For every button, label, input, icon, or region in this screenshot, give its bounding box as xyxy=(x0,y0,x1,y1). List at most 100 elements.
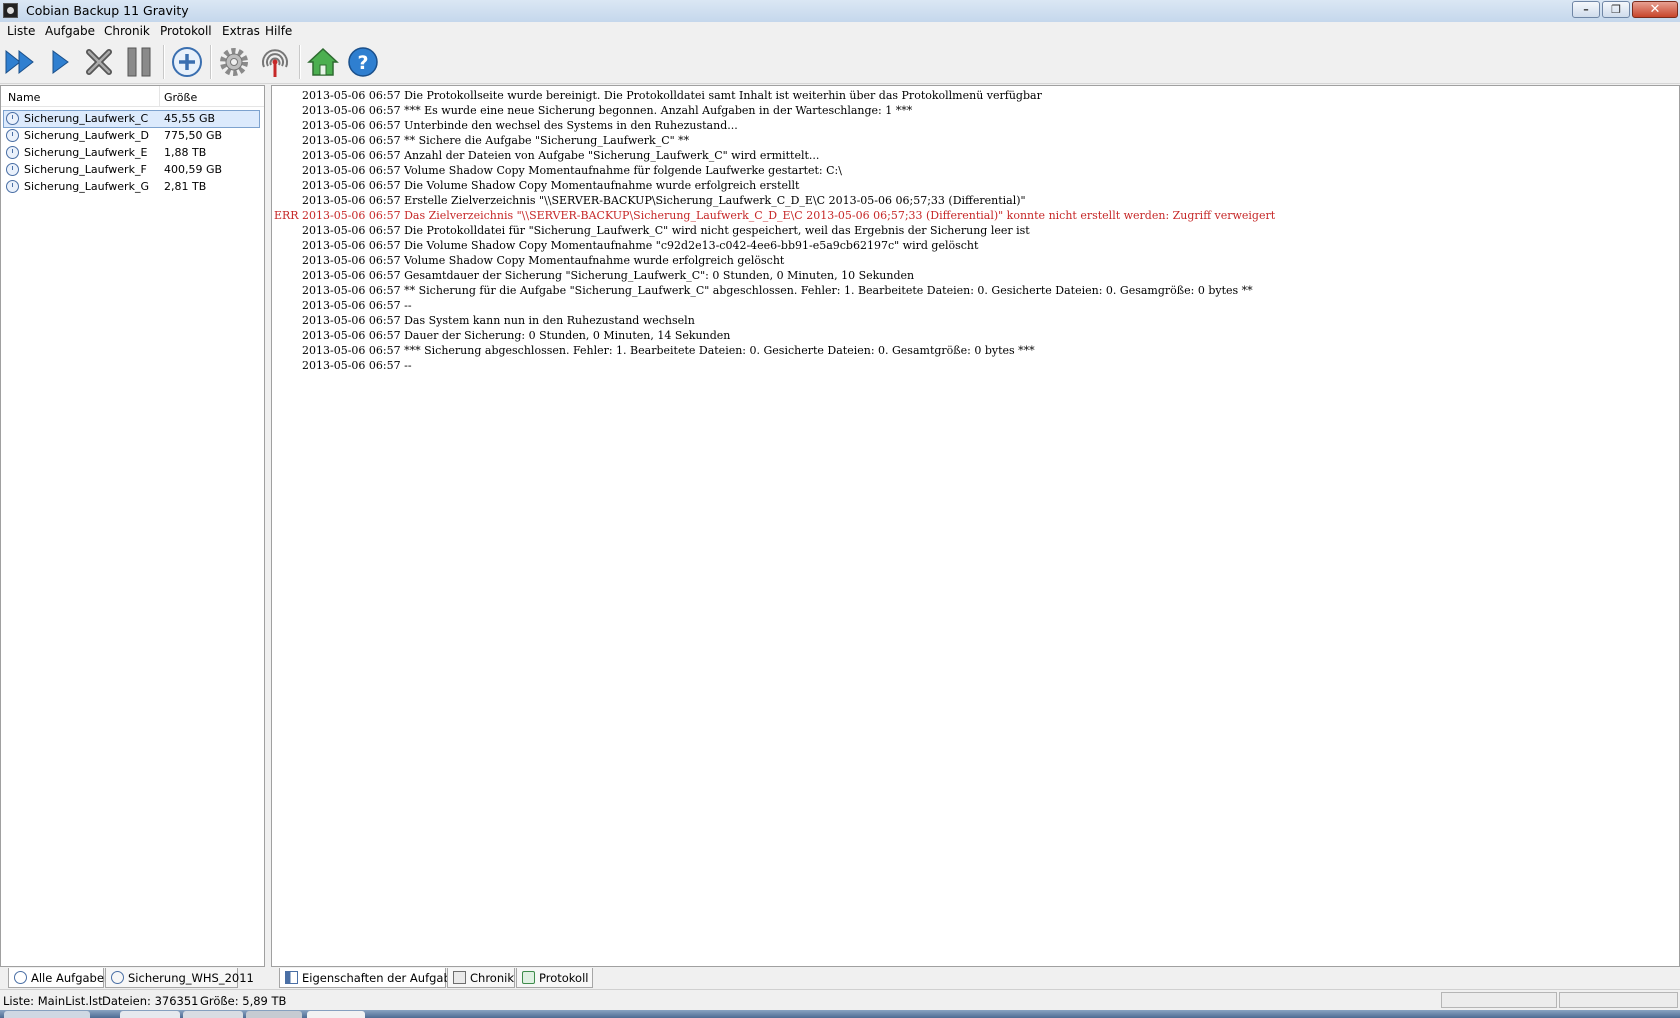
task-row[interactable]: Sicherung_Laufwerk_C 45,55 GB xyxy=(3,110,260,128)
status-size: Größe: 5,89 TB xyxy=(200,994,287,1008)
task-size: 400,59 GB xyxy=(164,163,223,176)
task-size: 775,50 GB xyxy=(164,129,223,142)
clock-icon xyxy=(6,163,19,176)
task-row[interactable]: Sicherung_Laufwerk_E 1,88 TB xyxy=(4,145,259,161)
task-name: Sicherung_Laufwerk_F xyxy=(24,163,147,176)
cancel-button[interactable] xyxy=(82,45,116,79)
log-text: 2013-05-06 06:57 *** Es wurde eine neue … xyxy=(302,104,913,117)
log-text: 2013-05-06 06:57 Erstelle Zielverzeichni… xyxy=(302,194,1026,207)
log-text: 2013-05-06 06:57 -- xyxy=(302,359,412,372)
app-icon[interactable] xyxy=(3,3,18,18)
pause-icon xyxy=(127,47,151,77)
window-title: Cobian Backup 11 Gravity xyxy=(26,3,189,18)
status-files: Dateien: 376351 xyxy=(102,994,199,1008)
history-icon xyxy=(453,971,466,984)
clock-icon xyxy=(14,971,27,984)
settings-icon xyxy=(220,48,248,76)
task-name: Sicherung_Laufwerk_D xyxy=(24,129,149,142)
log-panel[interactable]: 2013-05-06 06:57 Die Protokollseite wurd… xyxy=(271,85,1680,967)
menu-aufgabe[interactable]: Aufgabe xyxy=(45,24,95,38)
task-list-panel: Name Größe Sicherung_Laufwerk_C 45,55 GB… xyxy=(0,85,265,967)
home-icon xyxy=(307,47,339,76)
toolbar: ? xyxy=(0,41,1680,84)
status-panel xyxy=(1441,992,1557,1008)
log-text: 2013-05-06 06:57 Volume Shadow Copy Mome… xyxy=(302,164,842,177)
add-task-icon xyxy=(172,47,202,77)
tab-sicherung-whs-2011[interactable]: Sicherung_WHS_2011 xyxy=(105,968,254,988)
taskbar-item[interactable] xyxy=(120,1011,180,1018)
minimize-button[interactable]: – xyxy=(1572,1,1600,18)
task-name: Sicherung_Laufwerk_C xyxy=(24,112,149,125)
properties-icon xyxy=(285,971,298,984)
column-header-size[interactable]: Größe xyxy=(164,91,197,104)
tab-chronik[interactable]: Chronik xyxy=(447,968,515,988)
menu-protokoll[interactable]: Protokoll xyxy=(160,24,212,38)
task-name: Sicherung_Laufwerk_E xyxy=(24,146,148,159)
task-list-header: Name Größe xyxy=(1,86,264,107)
clock-icon xyxy=(6,180,19,193)
column-header-name[interactable]: Name xyxy=(8,91,40,104)
menu-extras[interactable]: Extras xyxy=(222,24,260,38)
log-text: 2013-05-06 06:57 *** Sicherung abgeschlo… xyxy=(302,344,1035,357)
log-text: 2013-05-06 06:57 Anzahl der Dateien von … xyxy=(302,149,820,162)
close-button[interactable]: ✕ xyxy=(1632,1,1678,18)
menu-chronik[interactable]: Chronik xyxy=(104,24,150,38)
pause-button[interactable] xyxy=(122,45,156,79)
task-row[interactable]: Sicherung_Laufwerk_G 2,81 TB xyxy=(4,179,259,195)
log-prefix: ERR xyxy=(274,209,299,222)
taskbar xyxy=(0,1010,1680,1018)
task-row[interactable]: Sicherung_Laufwerk_D 775,50 GB xyxy=(4,128,259,144)
taskbar-item[interactable] xyxy=(183,1011,243,1018)
tab-eigenschaften[interactable]: Eigenschaften der Aufgabe xyxy=(279,968,458,988)
status-bar: Liste: MainList.lst Dateien: 376351 Größ… xyxy=(0,989,1680,1011)
antenna-button[interactable] xyxy=(258,45,292,79)
run-all-button[interactable] xyxy=(3,45,37,79)
log-text: 2013-05-06 06:57 Das Zielverzeichnis "\\… xyxy=(302,209,1276,222)
log-text: 2013-05-06 06:57 ** Sichere die Aufgabe … xyxy=(302,134,690,147)
task-size: 2,81 TB xyxy=(164,180,207,193)
clock-icon xyxy=(6,146,19,159)
tabs-bar: Alle Aufgaben Sicherung_WHS_2011 Eigensc… xyxy=(0,967,1680,989)
task-row[interactable]: Sicherung_Laufwerk_F 400,59 GB xyxy=(4,162,259,178)
tab-alle-aufgaben[interactable]: Alle Aufgaben xyxy=(8,968,111,988)
tab-protokoll[interactable]: Protokoll xyxy=(516,968,593,988)
log-text: 2013-05-06 06:57 ** Sicherung für die Au… xyxy=(302,284,1253,297)
taskbar-item[interactable] xyxy=(4,1011,90,1018)
settings-button[interactable] xyxy=(217,45,251,79)
svg-text:?: ? xyxy=(357,52,368,74)
run-all-icon xyxy=(5,49,34,75)
close-icon: ✕ xyxy=(1649,2,1661,17)
status-panel xyxy=(1559,992,1678,1008)
log-text: 2013-05-06 06:57 -- xyxy=(302,299,412,312)
home-button[interactable] xyxy=(306,45,340,79)
log-text: 2013-05-06 06:57 Die Volume Shadow Copy … xyxy=(302,239,979,252)
clock-icon xyxy=(6,112,19,125)
menu-liste[interactable]: Liste xyxy=(7,24,35,38)
task-size: 45,55 GB xyxy=(164,112,216,125)
add-task-button[interactable] xyxy=(170,45,204,79)
restore-button[interactable]: ❐ xyxy=(1602,1,1630,18)
log-text: 2013-05-06 06:57 Unterbinde den wechsel … xyxy=(302,119,738,132)
log-text: 2013-05-06 06:57 Die Volume Shadow Copy … xyxy=(302,179,800,192)
help-button[interactable]: ? xyxy=(346,45,380,79)
log-text: 2013-05-06 06:57 Volume Shadow Copy Mome… xyxy=(302,254,785,267)
antenna-icon xyxy=(262,49,288,77)
menu-hilfe[interactable]: Hilfe xyxy=(265,24,292,38)
run-selected-button[interactable] xyxy=(43,45,77,79)
title-bar: Cobian Backup 11 Gravity – ❐ ✕ xyxy=(0,0,1680,23)
menu-bar: Liste Aufgabe Chronik Protokoll Extras H… xyxy=(0,22,1680,41)
taskbar-item[interactable] xyxy=(246,1011,302,1018)
window-controls: – ❐ ✕ xyxy=(1572,1,1678,18)
task-name: Sicherung_Laufwerk_G xyxy=(24,180,149,193)
taskbar-item[interactable] xyxy=(307,1011,365,1018)
task-size: 1,88 TB xyxy=(164,146,207,159)
log-text: 2013-05-06 06:57 Die Protokolldatei für … xyxy=(302,224,1030,237)
status-list: Liste: MainList.lst xyxy=(3,994,103,1008)
cancel-icon xyxy=(86,49,112,75)
log-text: 2013-05-06 06:57 Dauer der Sicherung: 0 … xyxy=(302,329,731,342)
log-text: 2013-05-06 06:57 Das System kann nun in … xyxy=(302,314,695,327)
help-icon: ? xyxy=(348,47,378,77)
run-selected-icon xyxy=(52,50,69,74)
restore-icon: ❐ xyxy=(1611,3,1621,16)
clock-icon xyxy=(6,129,19,142)
